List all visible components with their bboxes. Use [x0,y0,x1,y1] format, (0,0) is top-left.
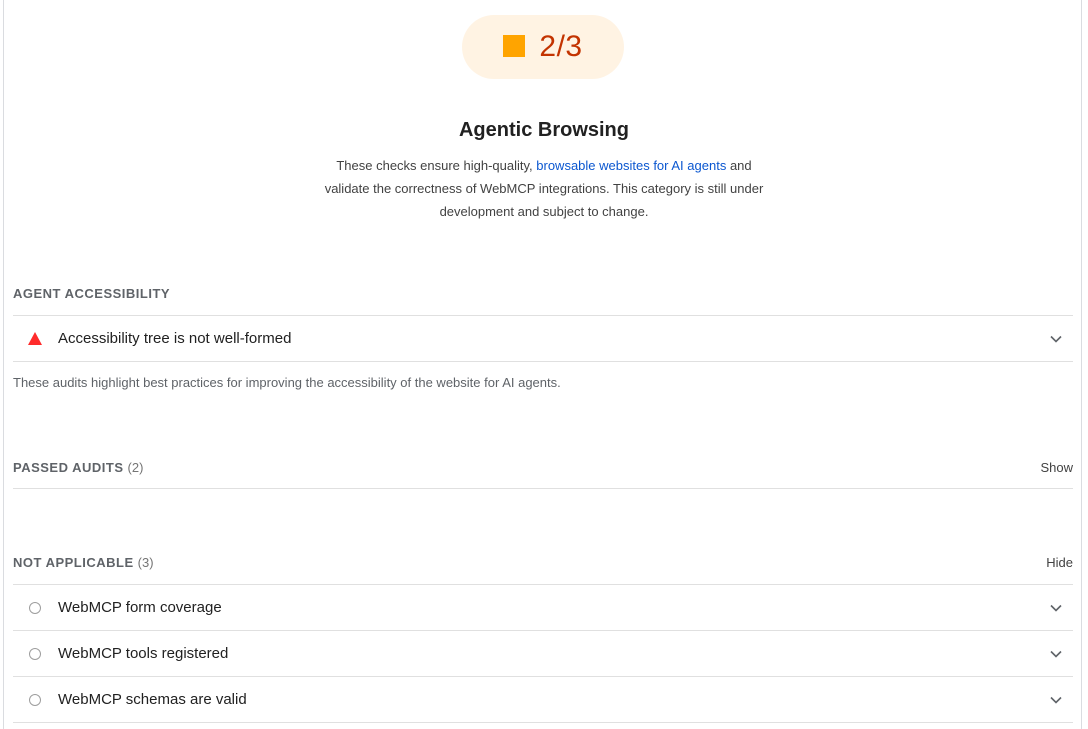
audit-title: WebMCP form coverage [58,599,222,616]
chevron-down-icon[interactable] [1039,335,1073,343]
audit-accessibility-tree[interactable]: Accessibility tree is not well-formed [13,316,1073,361]
category-score: 2/3 [539,30,583,63]
chevron-down-icon[interactable] [1039,650,1073,658]
warning-triangle-icon [13,316,57,361]
divider [13,722,1073,723]
hide-toggle[interactable]: Hide [1046,555,1073,570]
audit-webmcp-tools-registered[interactable]: WebMCP tools registered [13,631,1073,676]
group-header-passed-audits: PASSED AUDITS (2) Show [13,460,1073,475]
circle-icon [13,631,57,676]
group-title-wrap: NOT APPLICABLE (3) [13,555,154,570]
description-text-start: These checks ensure high-quality, [336,158,537,173]
category-score-gauge[interactable]: 2/3 [462,15,624,79]
group-title: NOT APPLICABLE [13,555,134,570]
average-score-square-icon [503,34,526,57]
group-header-not-applicable: NOT APPLICABLE (3) Hide [13,555,1073,570]
group-title: AGENT ACCESSIBILITY [13,286,171,301]
divider [13,361,1073,362]
divider [13,488,1073,489]
group-count: (2) [127,460,144,475]
audit-title: Accessibility tree is not well-formed [58,330,292,347]
group-title: PASSED AUDITS [13,460,124,475]
category-description: These checks ensure high-quality, browsa… [320,154,768,223]
circle-icon [13,677,57,722]
audit-title: WebMCP tools registered [58,645,229,662]
audit-title: WebMCP schemas are valid [58,691,247,708]
group-description: These audits highlight best practices fo… [13,375,561,390]
show-toggle[interactable]: Show [1040,460,1073,475]
audit-webmcp-form-coverage[interactable]: WebMCP form coverage [13,585,1073,630]
category-title: Agentic Browsing [458,119,629,141]
chevron-down-icon[interactable] [1039,696,1073,704]
browsable-websites-link[interactable]: browsable websites for AI agents [536,158,726,173]
audit-webmcp-schemas-valid[interactable]: WebMCP schemas are valid [13,677,1073,722]
chevron-down-icon[interactable] [1039,604,1073,612]
circle-icon [13,585,57,630]
group-header-agent-accessibility: AGENT ACCESSIBILITY [13,286,1073,301]
group-count: (3) [137,555,154,570]
group-title-wrap: PASSED AUDITS (2) [13,460,143,475]
